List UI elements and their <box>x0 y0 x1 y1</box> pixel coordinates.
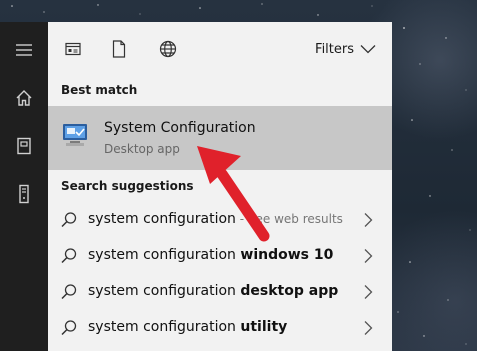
tower-icon[interactable] <box>0 174 48 214</box>
best-match-title: System Configuration <box>104 120 256 136</box>
search-toolbar: Filters <box>48 22 392 76</box>
suggestion-item[interactable]: system configuration windows 10 <box>48 238 392 274</box>
see-web-results-label: - See web results <box>235 212 343 226</box>
suggestion-text: system configuration windows 10 <box>88 247 334 263</box>
best-match-label: Best match <box>61 83 138 97</box>
search-icon <box>61 248 77 264</box>
chevron-right-icon[interactable] <box>362 248 374 264</box>
search-icon <box>61 212 77 228</box>
chevron-down-icon <box>360 45 376 54</box>
suggestion-text: system configuration desktop app <box>88 283 339 299</box>
start-rail <box>0 22 48 351</box>
suggestion-item[interactable]: system configuration utility <box>48 310 392 346</box>
suggestion-item[interactable]: system configuration desktop app <box>48 274 392 310</box>
filters-button[interactable]: Filters <box>315 38 376 60</box>
globe-icon[interactable] <box>155 36 181 62</box>
notebook-icon[interactable] <box>0 126 48 166</box>
suggestion-text: system configuration utility <box>88 319 288 335</box>
search-icon <box>61 320 77 336</box>
home-icon[interactable] <box>0 78 48 118</box>
best-match-result[interactable]: System Configuration Desktop app <box>48 106 392 170</box>
hamburger-menu-icon[interactable] <box>0 30 48 70</box>
search-suggestions-label: Search suggestions <box>61 179 194 193</box>
system-configuration-icon <box>63 124 87 146</box>
document-icon[interactable] <box>106 36 132 62</box>
apps-icon[interactable] <box>60 36 86 62</box>
chevron-right-icon[interactable] <box>362 212 374 228</box>
search-icon <box>61 284 77 300</box>
search-results-panel: Filters Best match System Configuration … <box>48 22 392 351</box>
filters-label: Filters <box>315 41 354 57</box>
chevron-right-icon[interactable] <box>362 284 374 300</box>
suggestion-item[interactable]: system configuration - See web results <box>48 202 392 238</box>
best-match-subtitle: Desktop app <box>104 142 180 156</box>
suggestion-text: system configuration - See web results <box>88 211 343 227</box>
chevron-right-icon[interactable] <box>362 320 374 336</box>
